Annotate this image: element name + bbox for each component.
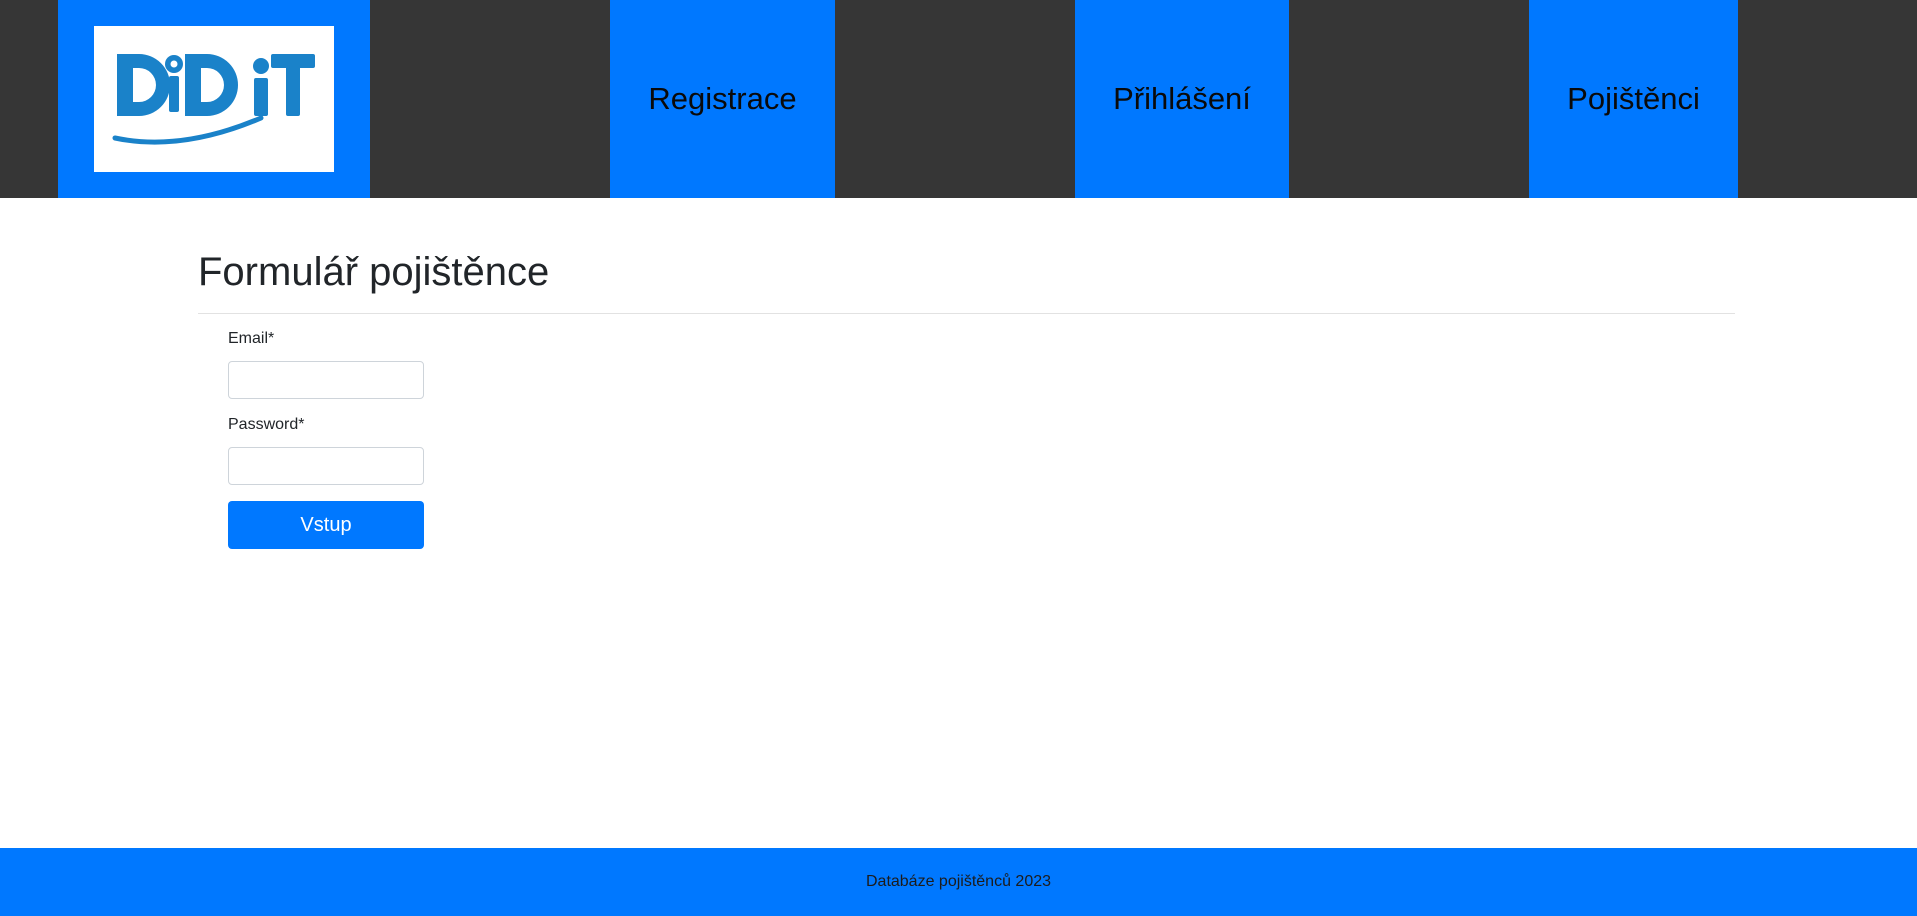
password-field[interactable] (228, 447, 424, 485)
site-footer: Databáze pojištěnců 2023 (0, 848, 1917, 916)
site-header: Registrace Přihlášení Pojištěnci (0, 0, 1917, 198)
nav-registrace[interactable]: Registrace (610, 0, 835, 198)
logo-cell[interactable] (58, 0, 370, 198)
email-label: Email* (228, 330, 275, 347)
page-title: Formulář pojištěnce (198, 250, 550, 294)
password-label: Password* (228, 416, 305, 433)
footer-text: Databáze pojištěnců 2023 (865, 873, 1052, 890)
nav-registrace-label: Registrace (648, 81, 797, 116)
title-divider (198, 313, 1735, 314)
nav-prihlaseni-label: Přihlášení (1113, 81, 1251, 116)
ddit-logo-icon (112, 54, 315, 145)
email-field[interactable] (228, 361, 424, 399)
nav-pojistenci-label: Pojištěnci (1567, 81, 1700, 116)
nav-pojistenci[interactable]: Pojištěnci (1529, 0, 1738, 198)
nav-prihlaseni[interactable]: Přihlášení (1075, 0, 1289, 198)
submit-button[interactable]: Vstup (228, 501, 424, 549)
logo-box (94, 26, 334, 172)
